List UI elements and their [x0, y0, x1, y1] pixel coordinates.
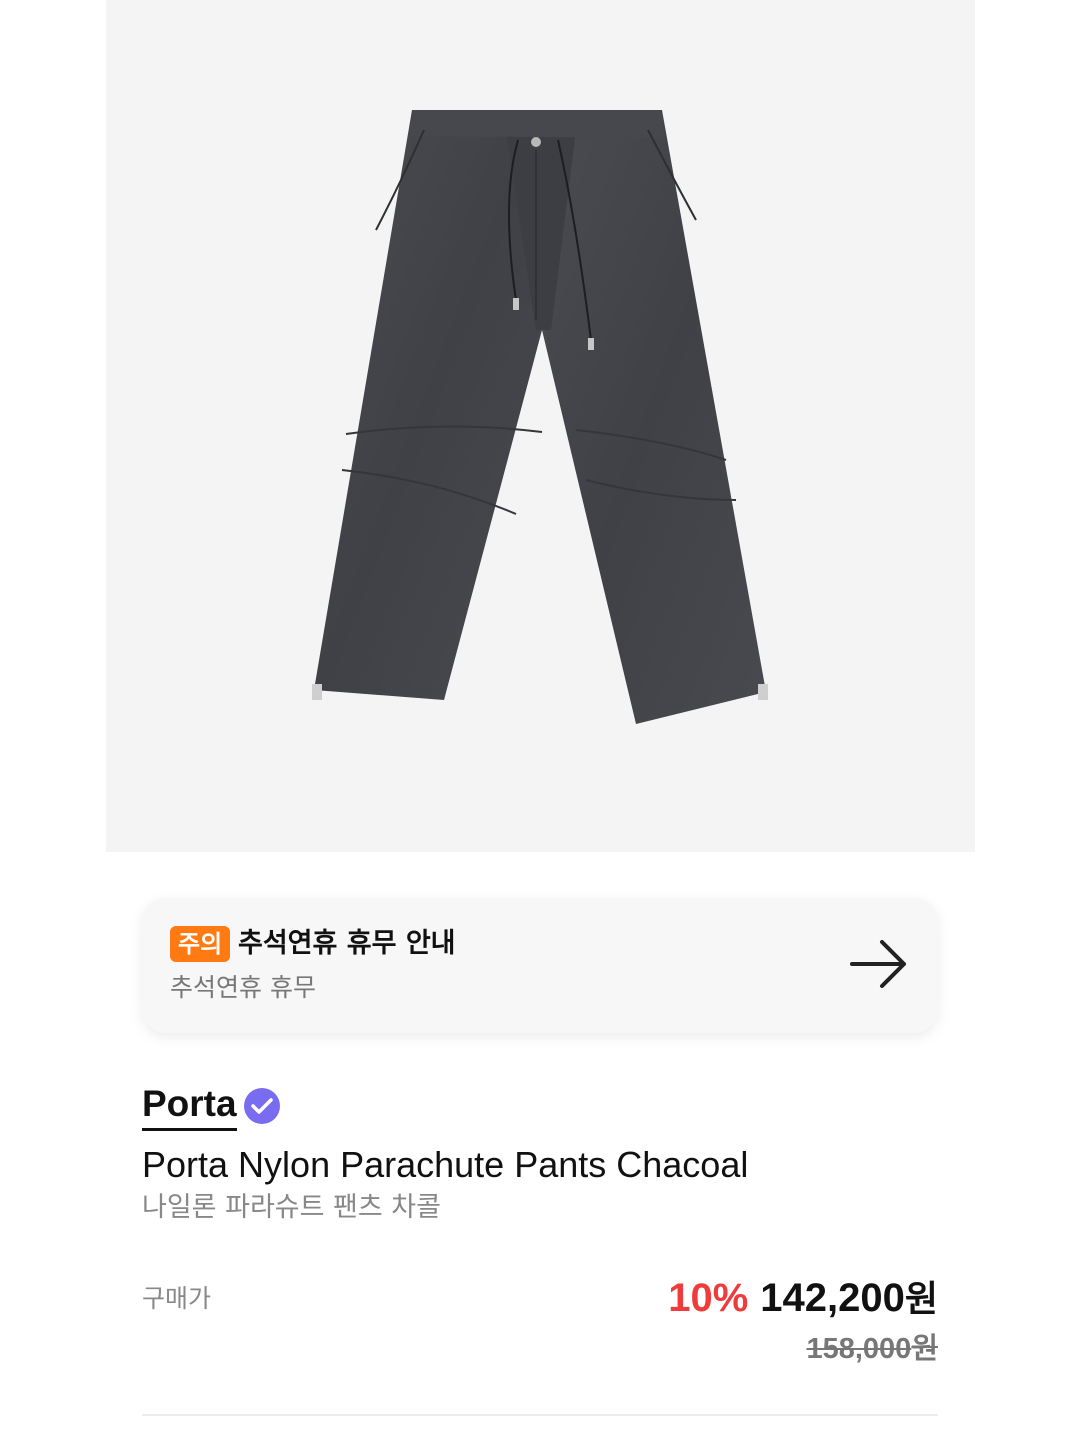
price-label: 구매가 — [142, 1284, 212, 1313]
arrow-right-icon[interactable] — [848, 938, 910, 990]
notice-subtitle: 추석연휴 휴무 — [170, 973, 316, 1002]
holiday-notice-card[interactable]: 주의 추석연휴 휴무 안내 추석연휴 휴무 — [142, 898, 938, 1033]
sale-price: 142,200원 — [760, 1272, 938, 1326]
discount-rate: 10% — [668, 1276, 749, 1320]
original-price-amount: 158,000 — [806, 1333, 912, 1365]
brand-link[interactable]: Porta — [142, 1080, 281, 1131]
notice-badge: 주의 — [170, 926, 231, 962]
product-subtitle-ko: 나일론 파라슈트 팬츠 차콜 — [142, 1192, 441, 1223]
notice-title: 추석연휴 휴무 안내 — [238, 928, 456, 959]
sale-price-amount: 142,200 — [760, 1276, 905, 1320]
pants-product-icon — [312, 110, 768, 724]
product-image[interactable] — [106, 0, 975, 852]
brand-name[interactable]: Porta — [142, 1080, 237, 1131]
original-price-currency: 원 — [911, 1331, 938, 1365]
sale-price-currency: 원 — [904, 1279, 938, 1320]
verified-check-icon — [243, 1087, 280, 1124]
price-row: 10% 142,200원 — [668, 1272, 938, 1326]
product-title: Porta Nylon Parachute Pants Chacoal — [142, 1144, 749, 1185]
original-price: 158,000원 — [806, 1328, 938, 1369]
divider — [142, 1414, 938, 1416]
